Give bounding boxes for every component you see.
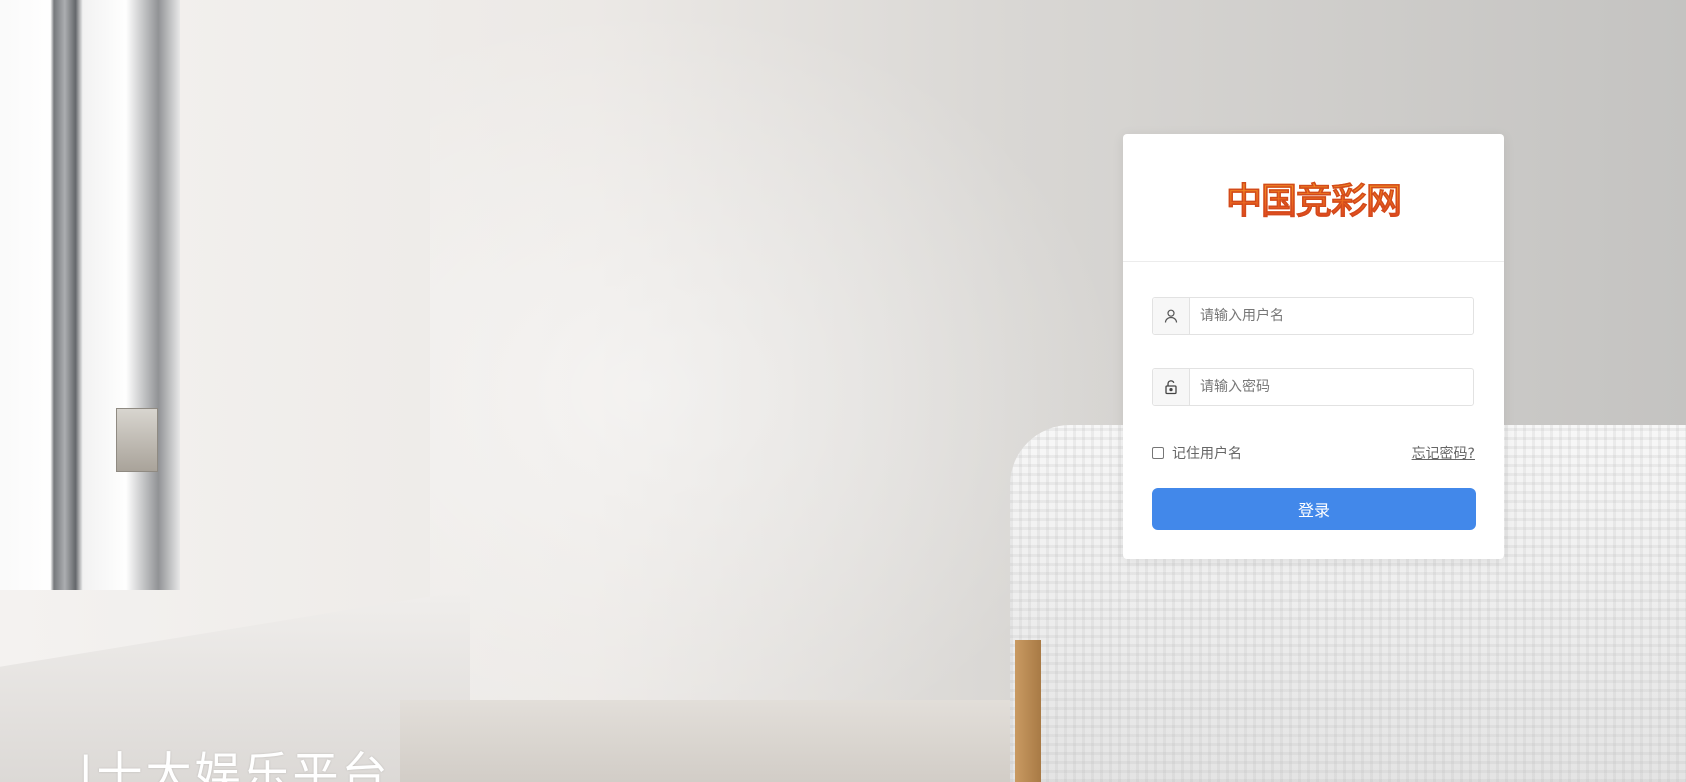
username-input[interactable]: [1190, 298, 1473, 334]
forgot-password-link[interactable]: 忘记密码?: [1412, 443, 1475, 463]
background-bed-leg: [1015, 640, 1041, 782]
remember-username[interactable]: 记住用户名: [1152, 443, 1242, 463]
background-floor: [400, 700, 1100, 782]
login-button[interactable]: 登录: [1152, 488, 1476, 530]
remember-checkbox[interactable]: [1152, 447, 1164, 459]
slogan-text: |十大娱乐平台: [78, 747, 391, 782]
site-logo: 中国竞彩网: [1226, 172, 1402, 224]
remember-row: 记住用户名 忘记密码?: [1152, 443, 1475, 463]
background-window-hinge: [116, 408, 158, 472]
login-page: |十大娱乐平台 中国竞彩网 请输入用户名 记住用户名 忘记密码? 登录: [0, 0, 1686, 782]
username-field: [1152, 297, 1474, 335]
password-field: [1152, 368, 1474, 406]
unlock-icon: [1153, 369, 1190, 405]
background-window: [0, 0, 180, 590]
remember-label: 记住用户名: [1172, 446, 1242, 462]
logo-area: 中国竞彩网: [1123, 134, 1504, 262]
user-icon: [1153, 298, 1190, 334]
password-input[interactable]: [1190, 369, 1473, 405]
login-card: 中国竞彩网 记住用户: [1123, 134, 1504, 559]
